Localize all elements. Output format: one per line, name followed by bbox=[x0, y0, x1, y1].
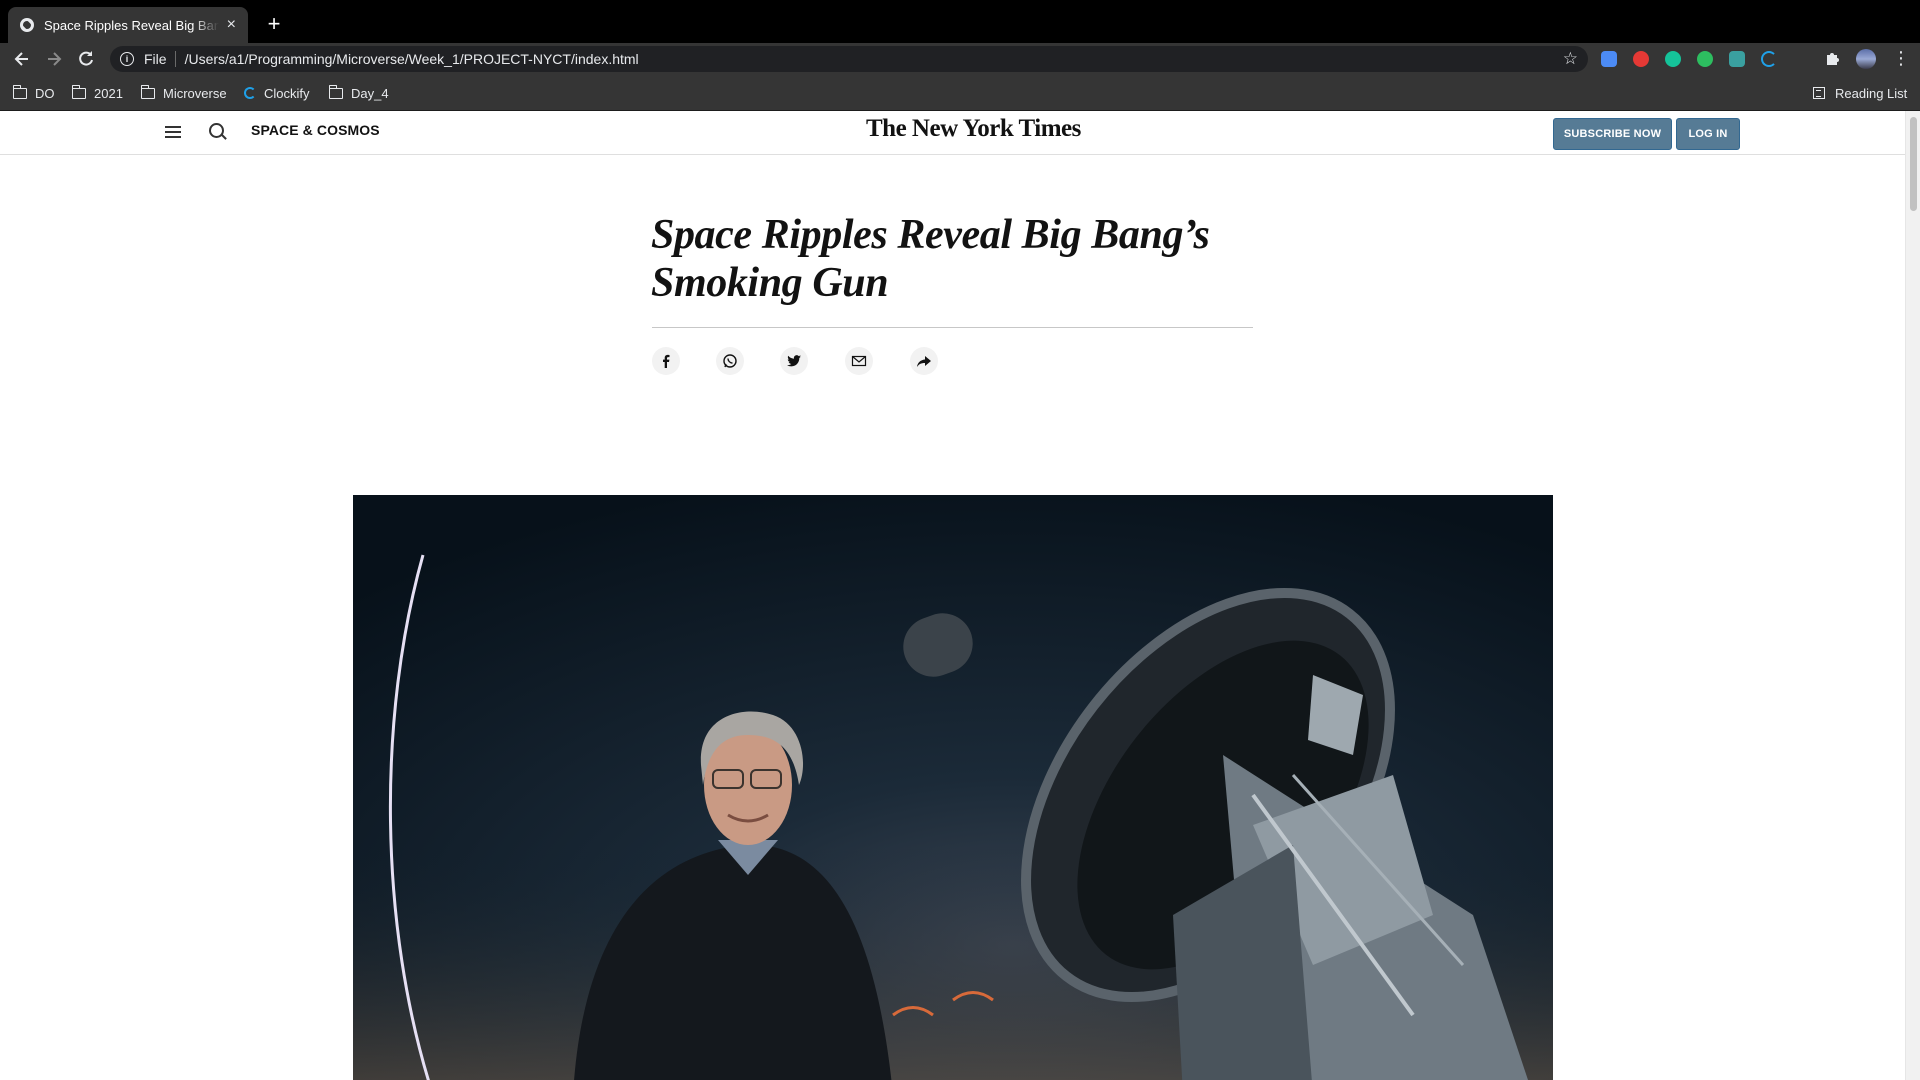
reading-list-icon bbox=[1813, 87, 1825, 99]
url-scheme: File bbox=[144, 51, 167, 67]
email-share-button[interactable] bbox=[845, 347, 873, 375]
share-icon bbox=[917, 356, 931, 367]
dtx-extension-icon[interactable] bbox=[1729, 51, 1745, 67]
bookmarks-bar: DO 2021 Microverse Clockify Day_4 Readin… bbox=[0, 75, 1920, 111]
email-icon bbox=[851, 355, 867, 367]
nyt-logo[interactable]: The New York Times bbox=[866, 115, 1081, 143]
whatsapp-share-button[interactable] bbox=[716, 347, 744, 375]
puzzle-icon[interactable] bbox=[1825, 49, 1841, 72]
clockify-extension-icon[interactable] bbox=[1761, 51, 1777, 67]
bookmark-label: DO bbox=[35, 85, 55, 101]
masthead: SPACE & COSMOS The New York Times SUBSCR… bbox=[0, 111, 1905, 155]
twitter-share-button[interactable] bbox=[780, 347, 808, 375]
arrow-left-icon bbox=[14, 52, 28, 66]
scrollbar-thumb[interactable] bbox=[1910, 117, 1917, 211]
bookmark-label: 2021 bbox=[94, 85, 123, 101]
star-icon[interactable]: ☆ bbox=[1563, 49, 1578, 69]
translate-extension-icon[interactable] bbox=[1601, 51, 1617, 67]
folder-icon bbox=[140, 84, 155, 99]
twitter-icon bbox=[787, 355, 801, 367]
subscribe-button[interactable]: SUBSCRIBE NOW bbox=[1553, 118, 1672, 150]
url-divider bbox=[174, 51, 176, 67]
bookmark-2021[interactable]: 2021 bbox=[71, 75, 123, 111]
article-headline: Space Ripples Reveal Big Bang’s Smoking … bbox=[651, 212, 1210, 306]
bookmark-microverse[interactable]: Microverse bbox=[140, 75, 227, 111]
forward-button[interactable] bbox=[40, 43, 68, 75]
hamburger-menu-icon[interactable] bbox=[165, 126, 181, 138]
bookmark-label: Clockify bbox=[264, 85, 310, 101]
url-text[interactable]: /Users/a1/Programming/Microverse/Week_1/… bbox=[185, 51, 1563, 67]
login-button[interactable]: LOG IN bbox=[1676, 118, 1740, 150]
tab-strip: Space Ripples Reveal Big Bang's Smoking … bbox=[0, 0, 1920, 43]
new-tab-button[interactable]: + bbox=[262, 12, 286, 36]
address-bar[interactable]: i File /Users/a1/Programming/Microverse/… bbox=[110, 46, 1588, 72]
page-viewport: SPACE & COSMOS The New York Times SUBSCR… bbox=[0, 111, 1905, 1080]
hero-image bbox=[353, 495, 1553, 1080]
browser-toolbar: i File /Users/a1/Programming/Microverse/… bbox=[0, 43, 1920, 75]
reload-icon bbox=[79, 51, 93, 66]
page-scrollbar[interactable] bbox=[1905, 111, 1920, 1080]
facebook-icon bbox=[663, 354, 670, 368]
reload-button[interactable] bbox=[72, 43, 100, 75]
adblock-extension-icon[interactable] bbox=[1633, 51, 1649, 67]
clockify-icon bbox=[244, 87, 256, 99]
folder-icon bbox=[328, 84, 343, 99]
bookmark-day4[interactable]: Day_4 bbox=[328, 75, 389, 111]
headline-divider bbox=[652, 327, 1253, 328]
bookmark-label: Day_4 bbox=[351, 85, 389, 101]
folder-icon bbox=[71, 84, 86, 99]
bookmark-do[interactable]: DO bbox=[12, 75, 55, 111]
evernote-extension-icon[interactable] bbox=[1697, 51, 1713, 67]
arrow-right-icon bbox=[48, 52, 62, 66]
tab-title: Space Ripples Reveal Big Bang's Smoking … bbox=[44, 17, 219, 33]
reading-list-label: Reading List bbox=[1835, 85, 1908, 101]
globe-icon bbox=[20, 18, 34, 32]
search-icon[interactable] bbox=[209, 123, 224, 138]
profile-avatar[interactable] bbox=[1856, 49, 1876, 69]
section-link[interactable]: SPACE & COSMOS bbox=[251, 122, 380, 138]
folder-icon bbox=[12, 84, 27, 99]
bookmark-label: Microverse bbox=[163, 85, 227, 101]
whatsapp-icon bbox=[723, 354, 737, 368]
reading-list-button[interactable]: Reading List bbox=[1813, 75, 1907, 111]
back-button[interactable] bbox=[8, 43, 36, 75]
grammarly-extension-icon[interactable] bbox=[1665, 51, 1681, 67]
telescope-portrait-image bbox=[353, 495, 1553, 1080]
bookmark-clockify[interactable]: Clockify bbox=[244, 75, 310, 111]
browser-tab[interactable]: Space Ripples Reveal Big Bang's Smoking … bbox=[8, 7, 248, 43]
more-share-button[interactable] bbox=[910, 347, 938, 375]
info-icon[interactable]: i bbox=[120, 52, 134, 66]
menu-kebab-icon[interactable]: ⋮ bbox=[1892, 48, 1910, 68]
close-icon[interactable]: × bbox=[227, 17, 236, 33]
facebook-share-button[interactable] bbox=[652, 347, 680, 375]
